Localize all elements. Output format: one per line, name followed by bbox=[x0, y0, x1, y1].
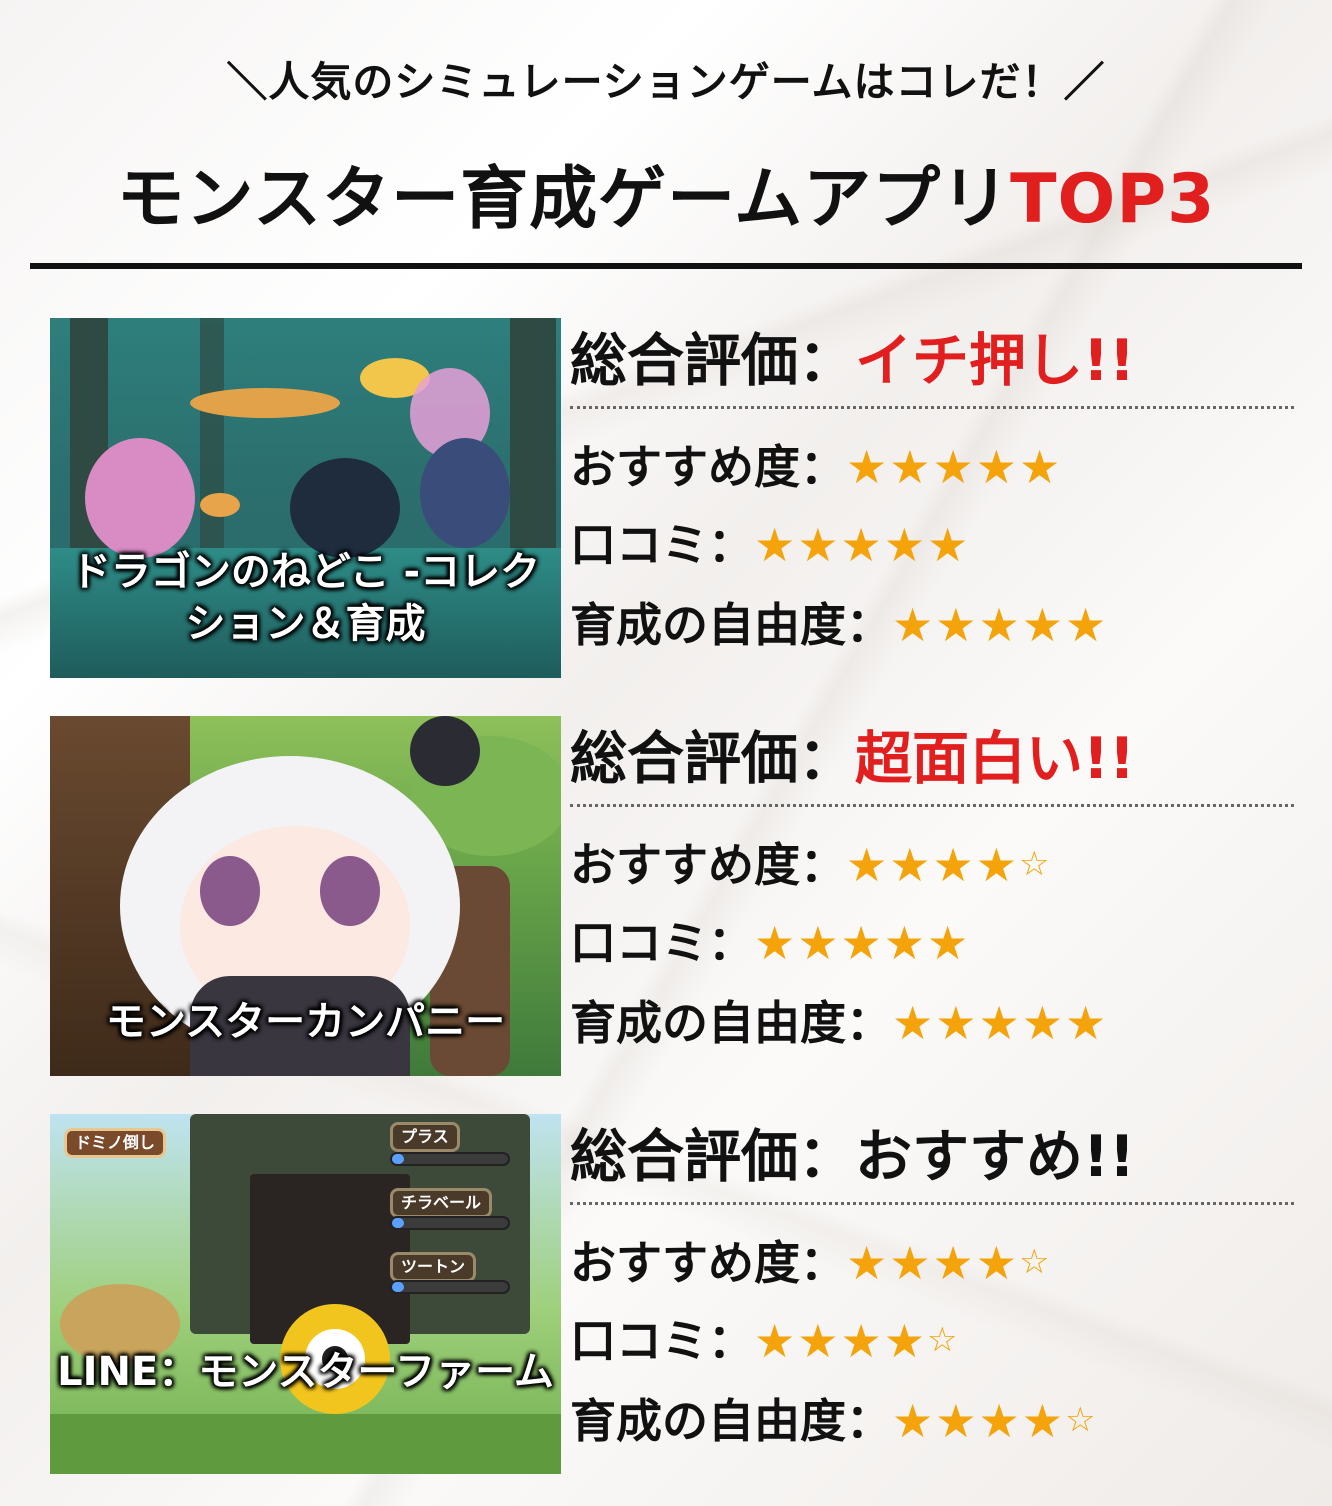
header-divider bbox=[30, 263, 1302, 269]
stars: ★★★★★ bbox=[846, 440, 1063, 494]
recommend-rating: おすすめ度：★★★★☆ bbox=[570, 1236, 1052, 1290]
ranking-entry-1[interactable]: ドラゴンのねどこ -コレクション＆育成 総合評価：イチ押し!! おすすめ度：★★… bbox=[50, 318, 1300, 678]
reviews-rating: 口コミ：★★★★★ bbox=[570, 518, 971, 572]
game-title-caption: モンスターカンパニー bbox=[105, 999, 506, 1045]
overall-rating: 総合評価：おすすめ!! bbox=[570, 1124, 1135, 1190]
freedom-rating: 育成の自由度：★★★★☆ bbox=[570, 1394, 1098, 1448]
stars: ★★★★☆ bbox=[846, 1236, 1052, 1290]
verdict: 超面白い!! bbox=[855, 726, 1135, 792]
verdict: おすすめ!! bbox=[855, 1124, 1135, 1190]
recommend-rating: おすすめ度：★★★★★ bbox=[570, 440, 1063, 494]
title-main: モンスター育成ゲームアプリ bbox=[116, 160, 1011, 239]
game-thumbnail-monster-farm[interactable]: ドミノ倒し プラス チラベール ツートン LINE：モンスターファーム bbox=[50, 1114, 561, 1474]
freedom-rating: 育成の自由度：★★★★★ bbox=[570, 598, 1109, 652]
stat-label-1: プラス bbox=[390, 1122, 460, 1152]
stars: ★★★★☆ bbox=[892, 1394, 1098, 1448]
game-title-caption: ドラゴンのねどこ -コレクション＆育成 bbox=[70, 549, 541, 647]
stat-label-3: ツートン bbox=[390, 1252, 477, 1282]
freedom-rating: 育成の自由度：★★★★★ bbox=[570, 996, 1109, 1050]
stars: ★★★★★ bbox=[754, 916, 971, 970]
stars: ★★★★★ bbox=[754, 518, 971, 572]
header-title: モンスター育成ゲームアプリTOP3 bbox=[0, 160, 1332, 240]
dotted-divider bbox=[570, 804, 1294, 807]
stat-bar-2 bbox=[390, 1216, 510, 1230]
game-thumbnail-monster-company[interactable]: モンスターカンパニー bbox=[50, 716, 561, 1076]
stars: ★★★★★ bbox=[892, 996, 1109, 1050]
verdict: イチ押し!! bbox=[855, 328, 1135, 394]
ranking-entry-3[interactable]: ドミノ倒し プラス チラベール ツートン LINE：モンスターファーム 総合評価… bbox=[50, 1114, 1300, 1474]
stat-bar-1 bbox=[390, 1152, 510, 1166]
domino-button[interactable]: ドミノ倒し bbox=[64, 1128, 167, 1158]
dotted-divider bbox=[570, 406, 1294, 409]
stars: ★★★★★ bbox=[892, 598, 1109, 652]
game-thumbnail-dragon[interactable]: ドラゴンのねどこ -コレクション＆育成 bbox=[50, 318, 561, 678]
header: ＼人気のシミュレーションゲームはコレだ！／ モンスター育成ゲームアプリTOP3 bbox=[0, 52, 1332, 240]
stat-bar-3 bbox=[390, 1280, 510, 1294]
rating-panel: 総合評価：イチ押し!! おすすめ度：★★★★★ 口コミ：★★★★★ 育成の自由度… bbox=[570, 318, 1300, 678]
dotted-divider bbox=[570, 1202, 1294, 1205]
ranking-entry-2[interactable]: モンスターカンパニー 総合評価：超面白い!! おすすめ度：★★★★☆ 口コミ：★… bbox=[50, 716, 1300, 1076]
stars: ★★★★☆ bbox=[846, 838, 1052, 892]
title-accent: TOP3 bbox=[1010, 160, 1216, 239]
game-title-caption: LINE：モンスターファーム bbox=[57, 1349, 554, 1395]
recommend-rating: おすすめ度：★★★★☆ bbox=[570, 838, 1052, 892]
overall-rating: 総合評価：イチ押し!! bbox=[570, 328, 1135, 394]
header-subtitle: ＼人気のシミュレーションゲームはコレだ！／ bbox=[226, 58, 1106, 106]
stars: ★★★★☆ bbox=[754, 1314, 960, 1368]
reviews-rating: 口コミ：★★★★★ bbox=[570, 916, 971, 970]
rating-panel: 総合評価：おすすめ!! おすすめ度：★★★★☆ 口コミ：★★★★☆ 育成の自由度… bbox=[570, 1114, 1300, 1474]
stat-label-2: チラベール bbox=[390, 1188, 493, 1218]
reviews-rating: 口コミ：★★★★☆ bbox=[570, 1314, 960, 1368]
rating-panel: 総合評価：超面白い!! おすすめ度：★★★★☆ 口コミ：★★★★★ 育成の自由度… bbox=[570, 716, 1300, 1076]
overall-rating: 総合評価：超面白い!! bbox=[570, 726, 1135, 792]
